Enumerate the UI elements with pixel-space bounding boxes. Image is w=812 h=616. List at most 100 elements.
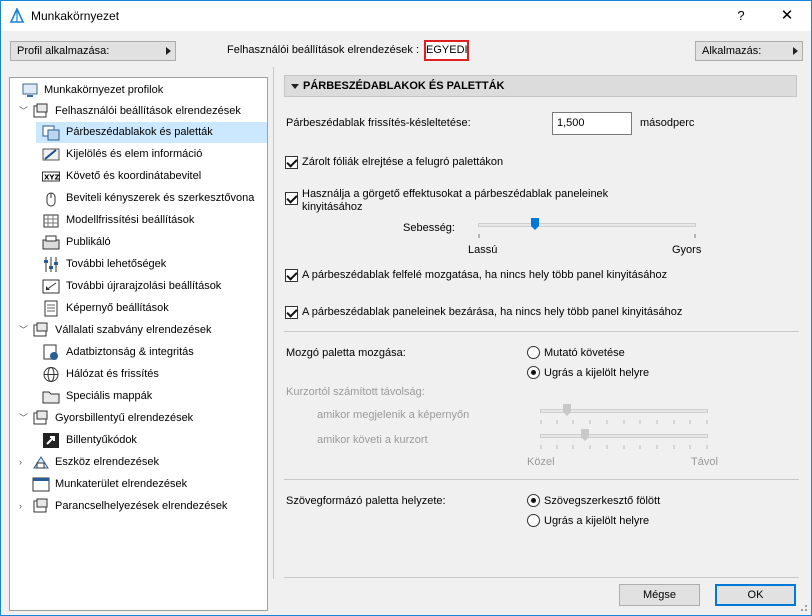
- settings-panel: PÁRBESZÉDABLAKOK ÉS PALETTÁK Párbeszédab…: [273, 67, 808, 579]
- move-dialog-up-checkbox[interactable]: [285, 269, 298, 282]
- speed-slider-thumb[interactable]: [530, 218, 539, 230]
- tree-item-selection[interactable]: Kijelölés és elem információ: [10, 144, 267, 165]
- tree-item-special-folders[interactable]: Speciális mappák: [10, 386, 267, 407]
- apply-button[interactable]: Alkalmazás:: [695, 41, 803, 61]
- tree-item-profiles[interactable]: Munkakörnyezet profilok: [10, 80, 267, 101]
- xyz-icon: XYZ: [42, 171, 60, 182]
- section-header[interactable]: PÁRBESZÉDABLAKOK ÉS PALETTÁK: [284, 75, 797, 97]
- shortcuts-icon: [33, 410, 48, 425]
- tree-item-redraw[interactable]: További újrarajzolási beállítások: [10, 276, 267, 297]
- tree-item-tools[interactable]: › Eszköz elrendezések: [10, 452, 267, 473]
- refresh-delay-unit: másodperc: [640, 117, 695, 129]
- tree-item-workspace[interactable]: Munkaterület elrendezések: [10, 474, 267, 495]
- arrow-right-icon: [793, 47, 798, 55]
- redraw-icon: [42, 279, 60, 294]
- jump-to-location-2-label: Ugrás a kijelölt helyre: [544, 515, 650, 527]
- workspace-icon: [32, 477, 50, 492]
- close-button[interactable]: ✕: [765, 1, 809, 31]
- folder-icon: [42, 391, 60, 404]
- publisher-icon: [42, 235, 60, 250]
- commands-icon: [33, 498, 48, 513]
- far-label: Távol: [691, 456, 718, 468]
- arrow-right-icon: [166, 47, 171, 55]
- tree-item-more-options[interactable]: További lehetőségek: [10, 254, 267, 275]
- tree-item-label: Modellfrissítési beállítások: [66, 214, 195, 226]
- scroll-effects-label-line2: kinyitásához: [302, 201, 363, 213]
- above-text-editor-radio[interactable]: [527, 494, 540, 507]
- ok-button[interactable]: OK: [715, 584, 796, 606]
- follow-cursor-label: Mutató követése: [544, 347, 625, 359]
- follow-cursor-radio[interactable]: [527, 346, 540, 359]
- tree-item-label: Billentyűkódok: [66, 434, 137, 446]
- chevron-right-icon[interactable]: ›: [19, 452, 29, 473]
- mouse-icon: [46, 192, 56, 207]
- on-appear-label: amikor megjelenik a képernyőn: [317, 409, 470, 421]
- tree-item-publisher[interactable]: Publikáló: [10, 232, 267, 253]
- svg-text:XYZ: XYZ: [44, 174, 60, 182]
- hide-locked-layers-checkbox[interactable]: [285, 156, 298, 169]
- refresh-delay-label: Párbeszédablak frissítés-késleltetése:: [286, 117, 471, 129]
- tree-item-dialogs-palettes[interactable]: Párbeszédablakok és paletták: [36, 122, 267, 143]
- keyboard-icon: [43, 433, 59, 448]
- tree-item-label: Hálózat és frissítés: [66, 368, 159, 380]
- text-palette-position-label: Szövegformázó paletta helyzete:: [286, 495, 446, 507]
- current-scheme-value: EGYEDI: [424, 40, 469, 61]
- resize-grip-icon[interactable]: [798, 602, 808, 612]
- tree-item-model-update[interactable]: Modellfrissítési beállítások: [10, 210, 267, 231]
- close-panels-label: A párbeszédablak paneleinek bezárása, ha…: [302, 306, 683, 318]
- close-panels-checkbox[interactable]: [285, 306, 298, 319]
- tree-item-tracker[interactable]: XYZ Követő és koordinátabevitel: [10, 166, 267, 187]
- chevron-right-icon[interactable]: ›: [19, 496, 29, 517]
- cancel-button[interactable]: Mégse: [619, 584, 700, 606]
- speed-label: Sebesség:: [403, 222, 455, 234]
- tree-item-label: Munkakörnyezet profilok: [44, 84, 164, 96]
- help-button[interactable]: ?: [719, 1, 763, 31]
- model-update-icon: [43, 214, 59, 228]
- tree-item-label: További lehetőségek: [66, 258, 167, 270]
- chevron-down-icon[interactable]: ﹀: [19, 101, 29, 122]
- tree-item-screen[interactable]: Képernyő beállítások: [10, 298, 267, 319]
- cursor-distance-label: Kurzortól számított távolság:: [286, 386, 425, 398]
- tree-item-input-constraints[interactable]: Beviteli kényszerek és szerkesztővona: [10, 188, 267, 209]
- tree-item-label: Képernyő beállítások: [66, 302, 169, 314]
- tree-item-commands[interactable]: › Parancselhelyezések elrendezések: [10, 496, 267, 517]
- tree-item-label: Gyorsbillentyű elrendezések: [55, 412, 194, 424]
- jump-to-location-2-radio[interactable]: [527, 514, 540, 527]
- selection-icon: [42, 148, 60, 161]
- appear-distance-slider-thumb: [562, 404, 571, 416]
- scroll-effects-checkbox[interactable]: [285, 192, 298, 205]
- follow-distance-slider-thumb: [581, 429, 590, 441]
- globe-icon: [43, 367, 59, 382]
- tree-item-label: Követő és koordinátabevitel: [66, 170, 202, 182]
- tree-item-keyboard-codes[interactable]: Billentyűkódok: [10, 430, 267, 451]
- speed-slow-label: Lassú: [468, 244, 498, 256]
- tree-item-company-standards[interactable]: ﹀ Vállalati szabvány elrendezések: [10, 320, 267, 341]
- jump-to-location-radio[interactable]: [527, 366, 540, 379]
- section-title: PÁRBESZÉDABLAKOK ÉS PALETTÁK: [303, 80, 505, 92]
- divider: [284, 577, 799, 578]
- apply-label: Alkalmazás:: [702, 45, 762, 57]
- tree-item-label: Kijelölés és elem információ: [66, 148, 203, 160]
- tree-item-user-settings[interactable]: ﹀ Felhasználói beállítások elrendezések: [10, 101, 267, 122]
- tree-item-label: Párbeszédablakok és paletták: [66, 126, 213, 138]
- tree-item-label: Munkaterület elrendezések: [55, 478, 188, 490]
- chevron-down-icon[interactable]: ﹀: [19, 320, 29, 341]
- tree-item-label: Felhasználói beállítások elrendezések: [55, 105, 241, 117]
- speed-slider-track[interactable]: [478, 223, 696, 227]
- appear-distance-ticks: [540, 420, 708, 424]
- dialogs-palettes-icon: [42, 125, 60, 141]
- near-label: Közel: [527, 456, 555, 468]
- tree-item-shortcuts[interactable]: ﹀ Gyorsbillentyű elrendezések: [10, 408, 267, 429]
- tree-item-label: Vállalati szabvány elrendezések: [55, 324, 212, 336]
- tree-item-label: Adatbiztonság & integritás: [66, 346, 194, 358]
- tree-item-network[interactable]: Hálózat és frissítés: [10, 364, 267, 385]
- company-standards-icon: [33, 322, 48, 337]
- apply-profile-button[interactable]: Profil alkalmazása:: [10, 41, 176, 61]
- settings-tree: Munkakörnyezet profilok ﹀ Felhasználói b…: [9, 77, 268, 611]
- moving-palette-label: Mozgó paletta mozgása:: [286, 347, 406, 359]
- tree-item-data-safety[interactable]: Adatbiztonság & integritás: [10, 342, 267, 363]
- current-scheme-label: Felhasználói beállítások elrendezések :: [227, 44, 420, 56]
- refresh-delay-input[interactable]: 1,500: [552, 112, 632, 135]
- chevron-down-icon[interactable]: ﹀: [19, 408, 29, 429]
- hide-locked-layers-label: Zárolt fóliák elrejtése a felugró palett…: [302, 156, 504, 168]
